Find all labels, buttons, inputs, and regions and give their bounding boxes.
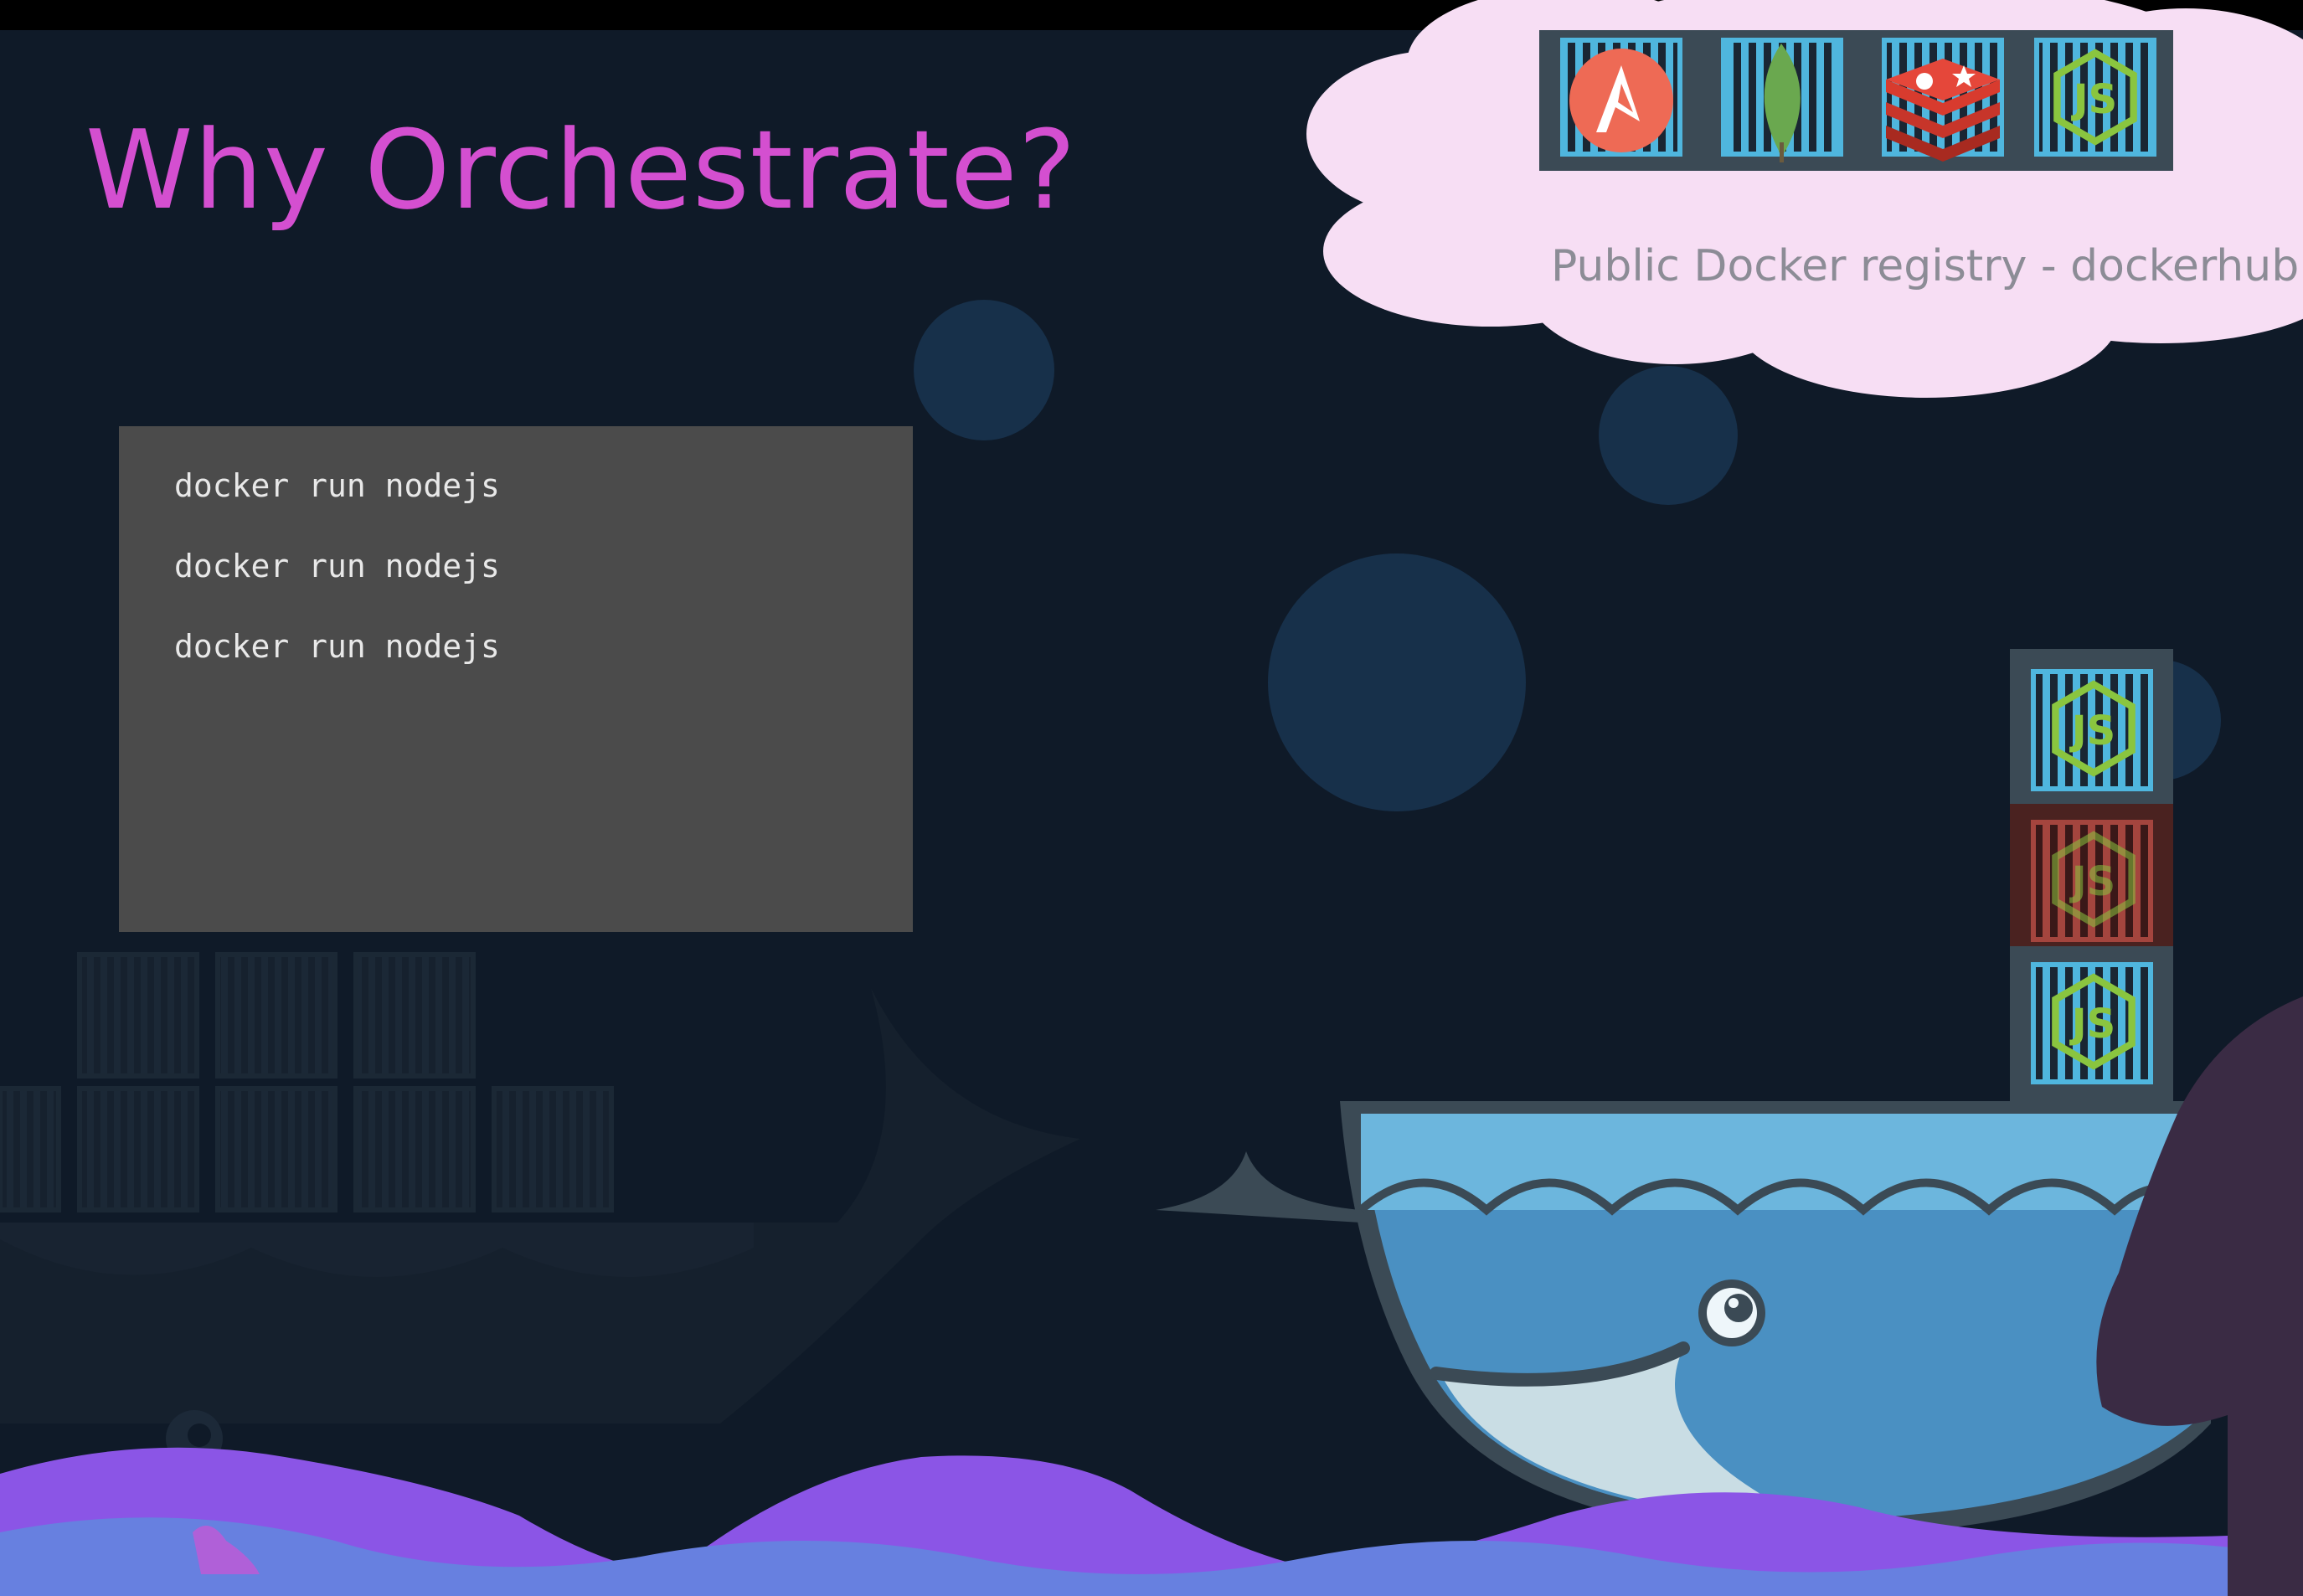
terminal-command-line: docker run nodejs — [174, 628, 500, 665]
bubble — [1268, 553, 1526, 811]
terminal-command-line: docker run nodejs — [174, 467, 500, 504]
terminal-command-line: docker run nodejs — [174, 548, 500, 584]
bubble — [1599, 366, 1738, 505]
ghost-whale — [0, 952, 1080, 1467]
slide-title: Why Orchestrate? — [85, 106, 1077, 234]
bubble — [914, 300, 1054, 440]
registry-label: Public Docker registry - dockerhub — [1551, 241, 2300, 291]
docker-whale-logo — [1156, 1101, 2211, 1537]
nodejs-icon — [2034, 38, 2156, 157]
mongodb-icon — [1721, 38, 1843, 162]
container-stack — [2010, 649, 2173, 1101]
ansible-icon — [1560, 38, 1682, 157]
video-frame: JS — [0, 0, 2303, 1596]
redis-icon — [1882, 38, 2004, 162]
terminal-window: docker run nodejs docker run nodejs dock… — [119, 426, 913, 932]
registry-images — [1539, 30, 2173, 171]
